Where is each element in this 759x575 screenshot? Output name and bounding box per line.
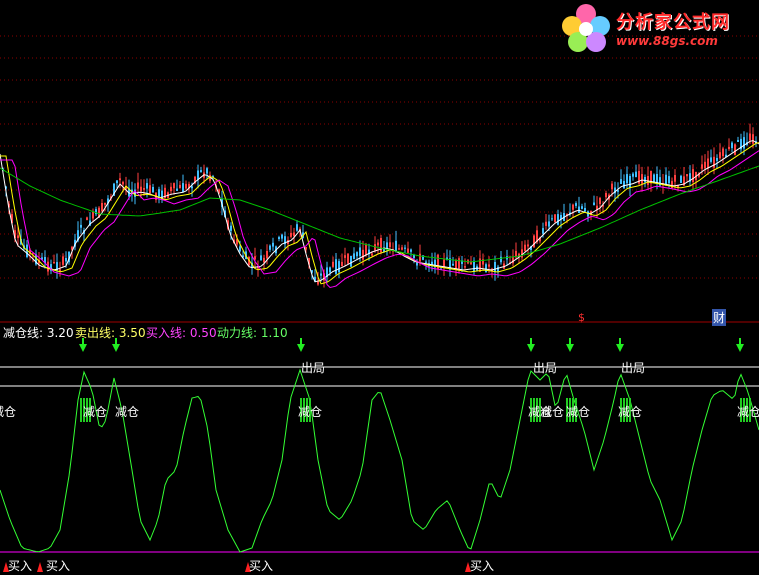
flower-logo-icon [562,4,610,52]
signal-jiancang: 减仓 [618,405,643,419]
signal-chuju: 出局 [301,361,326,375]
marker-s: $ [578,311,585,324]
up-arrow-icon [37,562,43,572]
chart-canvas[interactable] [0,0,759,575]
header-mairu-line: 买入线: 0.50 [146,324,217,341]
signal-jiancang: 减仓 [0,405,17,419]
ma-short-line [0,140,759,283]
header-jiancang-line: 减仓线: 3.20 [3,324,74,341]
header-label: 动力线: 1.10 [217,326,288,340]
signal-mairu: 买入 [8,559,33,573]
signal-mairu: 买入 [249,559,274,573]
signal-mairu: 买入 [470,559,495,573]
signal-jiancang: 减仓 [83,405,108,419]
header-maichu-line: 卖出线: 3.50 [75,324,146,341]
header-label: 卖出线: 3.50 [75,326,146,340]
signal-jiancang: 减仓 [540,405,565,419]
signal-chuju: 出局 [621,361,646,375]
oscillator-line [0,368,759,553]
logo-url: www.88gs.com [616,34,718,48]
header-label: 买入线: 0.50 [146,326,217,340]
marker-cai: 财 [712,309,727,326]
signal-jiancang: 减仓 [115,405,140,419]
site-logo: 分析家公式网 www.88gs.com [558,2,756,54]
signal-mairu: 买入 [46,559,71,573]
signal-chuju: 出局 [533,361,558,375]
ma-mid-line [0,142,759,285]
stock-chart-window: 分析家公式网 www.88gs.com 减仓线: 3.20 卖出线: 3.50 … [0,0,759,575]
ma-long-line [0,150,759,289]
signal-jiancang: 减仓 [737,405,759,419]
header-dongli-line: 动力线: 1.10 [217,324,288,341]
signal-bar [80,398,82,422]
signal-jiancang: 减仓 [566,405,591,419]
logo-title: 分析家公式网 [616,12,730,33]
header-label: 减仓线: 3.20 [3,326,74,340]
signal-jiancang: 减仓 [298,405,323,419]
